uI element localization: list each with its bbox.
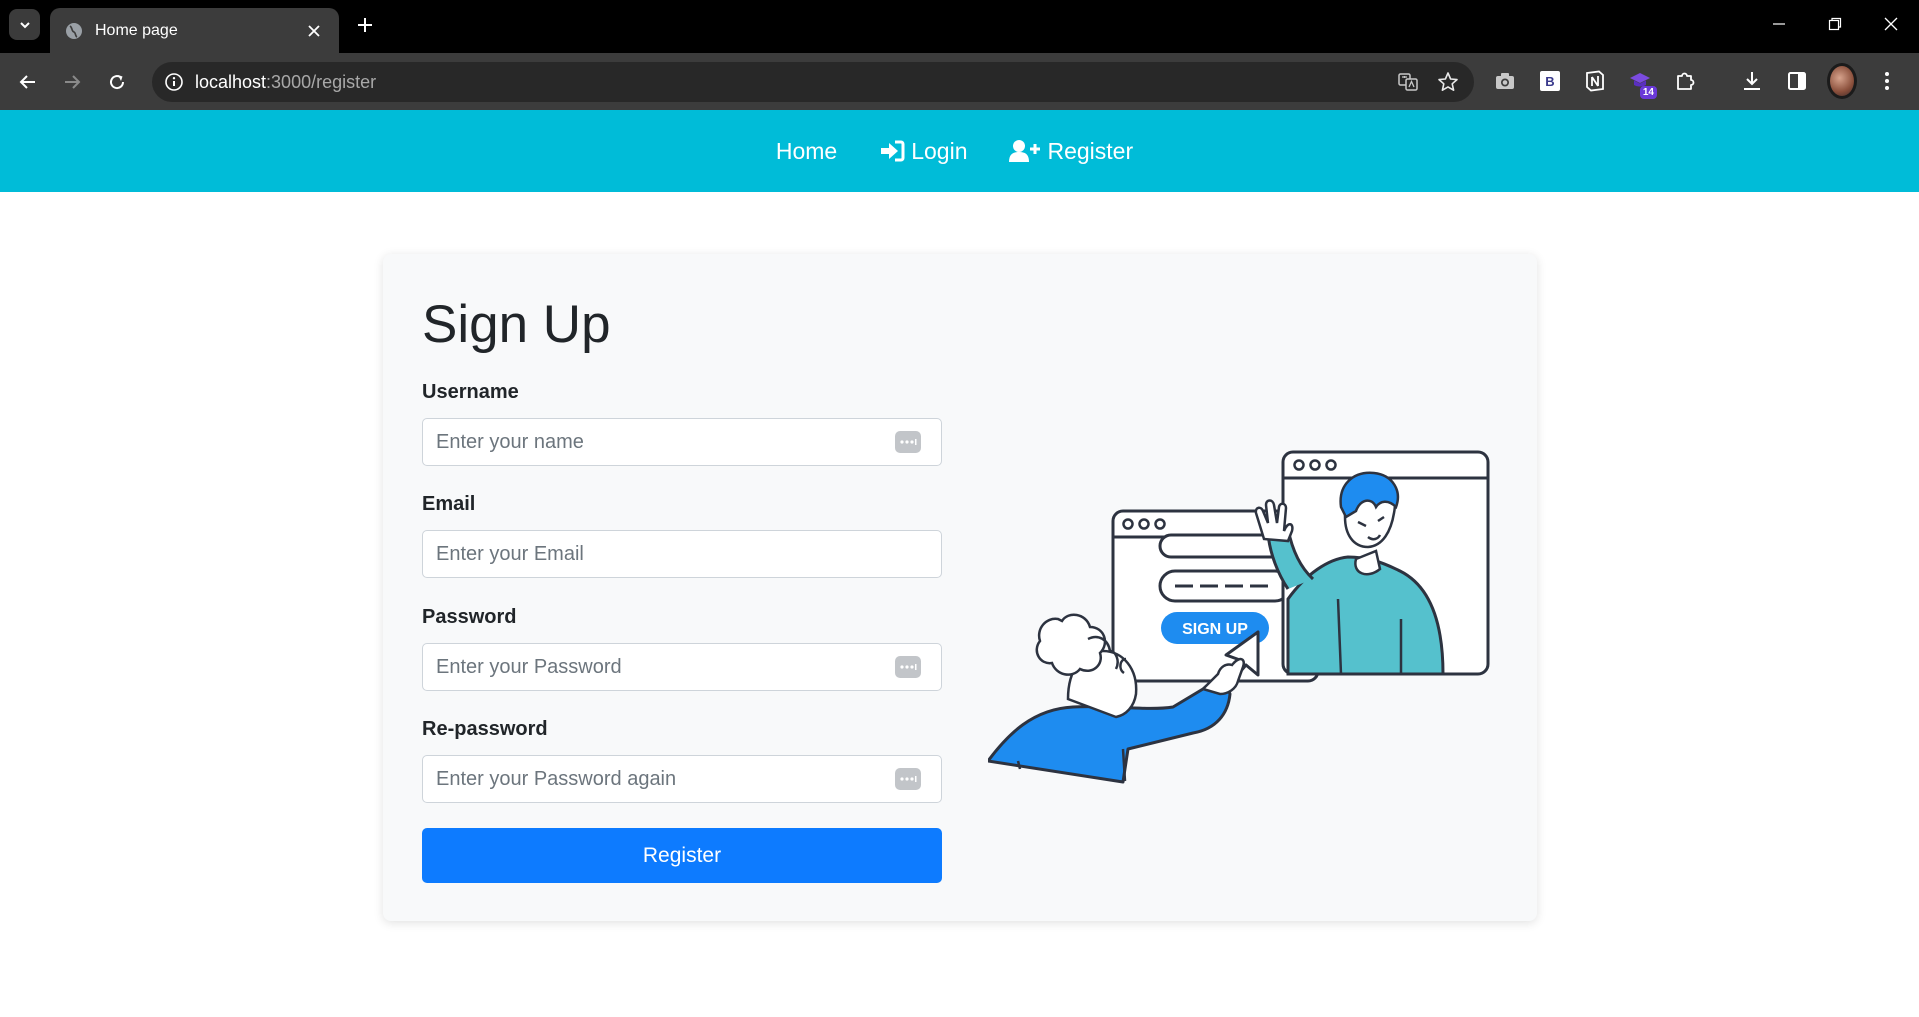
nav-login-label: Login — [911, 137, 968, 164]
svg-text:B: B — [1545, 74, 1554, 89]
site-navbar: Home Login Register — [0, 110, 1919, 192]
site-info-icon[interactable] — [162, 70, 186, 94]
address-bar[interactable]: localhost:3000/register — [152, 62, 1474, 102]
restore-icon — [1828, 17, 1842, 31]
omnibox-actions — [1396, 70, 1460, 94]
nav-login-link[interactable]: Login — [879, 138, 967, 165]
register-button[interactable]: Register — [422, 828, 942, 883]
arrow-left-icon — [19, 74, 35, 89]
repassword-input[interactable] — [422, 755, 942, 803]
notion-extension-icon[interactable] — [1580, 66, 1610, 96]
camera-extension-icon[interactable] — [1490, 66, 1520, 96]
download-icon[interactable] — [1737, 66, 1767, 96]
browser-toolbar: localhost:3000/register B 14 — [0, 53, 1919, 110]
globe-icon — [64, 21, 83, 40]
page-title: Sign Up — [422, 295, 611, 354]
email-input[interactable] — [422, 530, 942, 578]
browser-tabstrip: Home page — [0, 0, 1919, 53]
illustration-button-text: SIGN UP — [1182, 621, 1248, 638]
back-button[interactable] — [12, 66, 43, 97]
close-icon — [1884, 17, 1898, 31]
url-path: :3000/register — [266, 71, 377, 92]
username-input[interactable] — [422, 418, 942, 466]
reload-icon — [109, 74, 124, 89]
nav-home-link[interactable]: Home — [776, 138, 837, 165]
password-label: Password — [422, 606, 517, 628]
password-manager-icon[interactable] — [895, 431, 921, 453]
url-host: localhost — [195, 71, 267, 92]
tab-search-button[interactable] — [9, 9, 40, 40]
graduation-cap-extension-icon[interactable]: 14 — [1625, 66, 1657, 99]
username-label: Username — [422, 381, 519, 403]
password-input[interactable] — [422, 643, 942, 691]
nav-home-label: Home — [775, 137, 838, 164]
nav-register-link[interactable]: Register — [1009, 138, 1133, 165]
user-plus-icon — [1009, 140, 1041, 162]
avatar — [1827, 63, 1857, 99]
close-window-button[interactable] — [1863, 0, 1919, 48]
reload-button[interactable] — [101, 66, 132, 97]
nav-register-label: Register — [1047, 137, 1134, 164]
sign-in-icon — [881, 140, 905, 162]
window-controls — [1751, 0, 1919, 48]
profile-avatar[interactable] — [1827, 63, 1857, 99]
arrow-right-icon — [64, 74, 80, 89]
email-label: Email — [422, 493, 476, 515]
puzzle-extensions-icon[interactable] — [1670, 66, 1700, 96]
extensions-area: B 14 — [1490, 63, 1902, 99]
password-manager-icon[interactable] — [895, 768, 921, 790]
restore-button[interactable] — [1807, 0, 1863, 48]
browser-tab[interactable]: Home page — [50, 8, 339, 53]
chevron-down-icon — [19, 21, 30, 28]
repassword-label: Re-password — [422, 718, 548, 740]
close-tab-icon[interactable] — [303, 20, 325, 42]
tab-title: Home page — [95, 21, 178, 39]
bootstrap-extension-icon[interactable]: B — [1535, 66, 1565, 96]
side-panel-icon[interactable] — [1782, 66, 1812, 96]
menu-icon[interactable] — [1872, 66, 1902, 96]
star-icon[interactable] — [1436, 70, 1460, 94]
password-manager-icon[interactable] — [895, 656, 921, 678]
minimize-button[interactable] — [1751, 0, 1807, 48]
minimize-icon — [1773, 23, 1785, 25]
extension-badge: 14 — [1639, 86, 1657, 99]
new-tab-button[interactable] — [352, 12, 378, 38]
translate-icon[interactable] — [1396, 70, 1420, 94]
signup-card: Sign Up Username Email Password Re-passw… — [383, 254, 1537, 921]
plus-icon — [358, 18, 372, 32]
forward-button[interactable] — [56, 66, 87, 97]
signup-illustration: SIGN UP — [988, 450, 1490, 784]
